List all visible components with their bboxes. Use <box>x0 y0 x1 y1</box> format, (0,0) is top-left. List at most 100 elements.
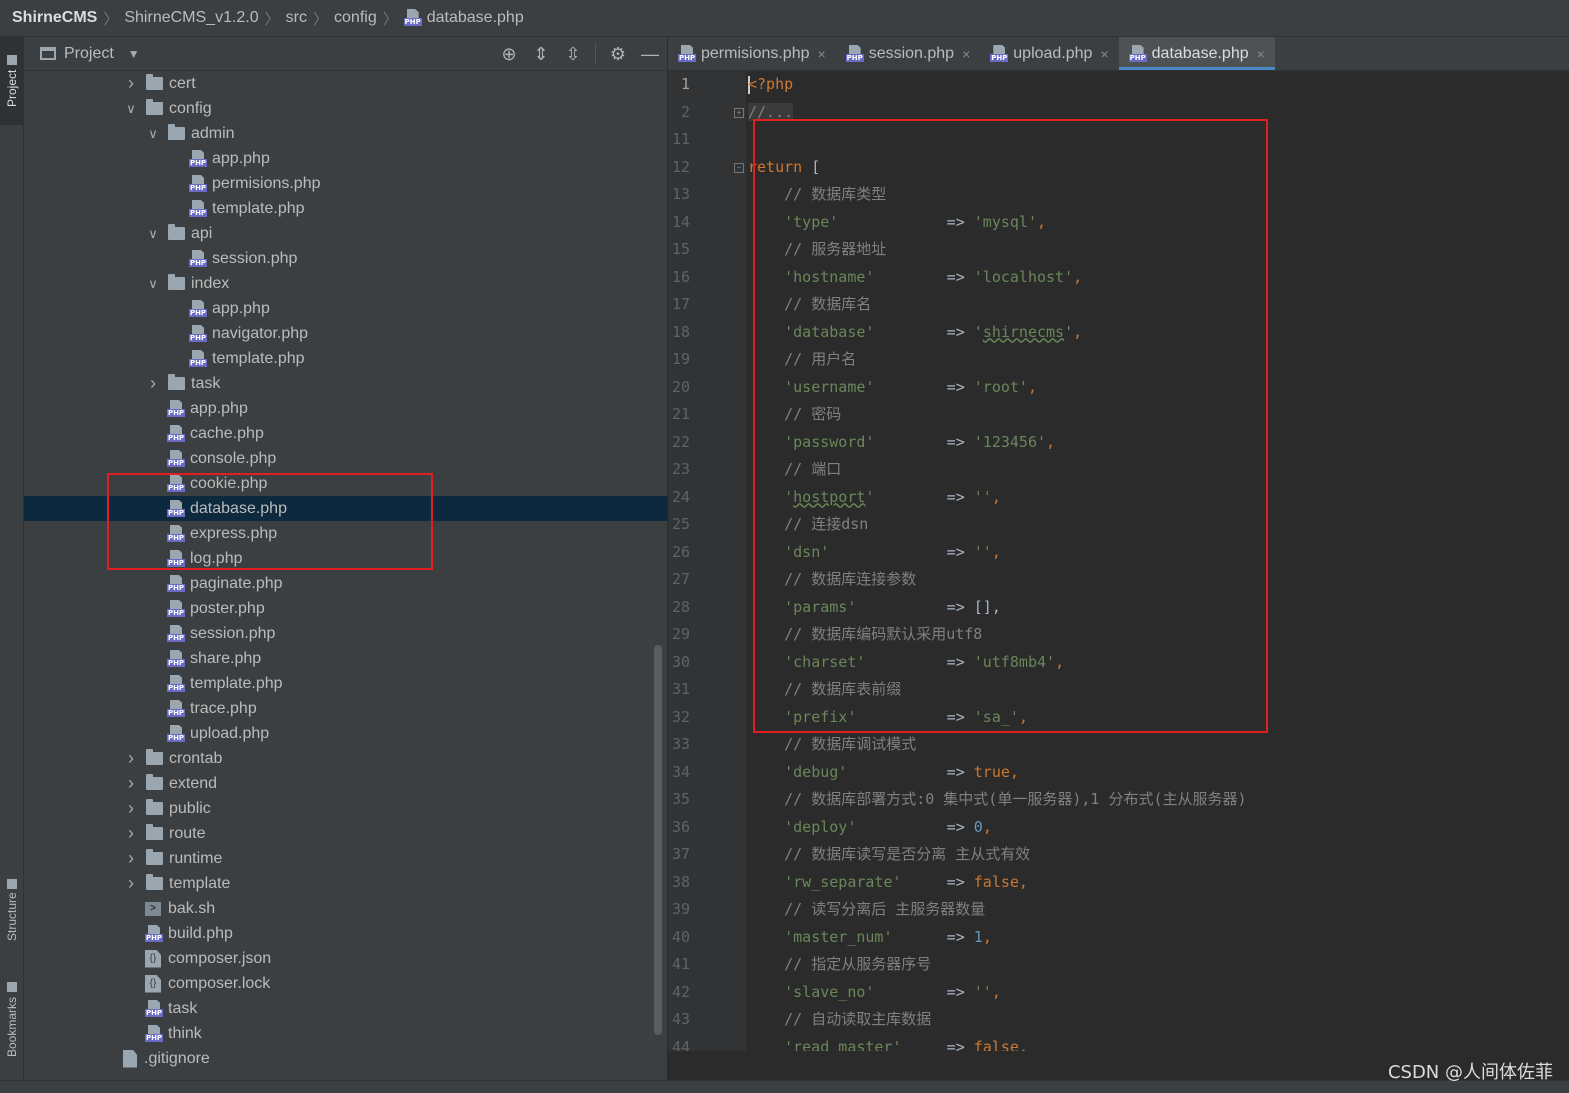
tree-folder-item[interactable]: ∨ index <box>24 271 668 296</box>
tree-file-item[interactable]: PHP task <box>24 996 668 1021</box>
tree-item-label: paginate.php <box>190 574 283 592</box>
tree-file-item[interactable]: PHP think <box>24 1021 668 1046</box>
breadcrumb-file[interactable]: PHP database.php <box>403 9 524 27</box>
line-number: 25 <box>671 515 690 533</box>
close-icon[interactable]: × <box>1100 46 1108 62</box>
line-number: 20 <box>671 377 690 396</box>
tree-file-item[interactable]: > bak.sh <box>24 896 668 921</box>
code-line: // 服务器地址 <box>748 236 886 264</box>
editor-tab[interactable]: PHP upload.php × <box>980 37 1118 70</box>
tree-folder-item[interactable]: › cert <box>24 71 668 96</box>
tree-scrollbar[interactable] <box>654 645 662 1035</box>
breadcrumb-project[interactable]: ShirneCMS <box>12 9 97 27</box>
tree-file-item[interactable]: PHP database.php <box>24 496 668 521</box>
breadcrumb-config[interactable]: config <box>334 9 377 27</box>
tree-file-item[interactable]: PHP console.php <box>24 446 668 471</box>
gear-icon[interactable]: ⚙ <box>608 44 628 65</box>
tree-file-item[interactable]: PHP trace.php <box>24 696 668 721</box>
line-number: 33 <box>671 735 690 753</box>
structure-tool-label: Structure <box>5 892 19 942</box>
tree-file-item[interactable]: PHP template.php <box>24 346 668 371</box>
line-number: 1 <box>680 75 690 93</box>
tree-folder-item[interactable]: ∨ api <box>24 221 668 246</box>
chevron-down-icon[interactable]: ∨ <box>146 226 160 242</box>
collapse-all-icon[interactable]: ⇳ <box>563 44 583 65</box>
expand-all-icon[interactable]: ⇕ <box>531 44 551 65</box>
tree-folder-item[interactable]: ∨ config <box>24 96 668 121</box>
tree-file-item[interactable]: {} composer.lock <box>24 971 668 996</box>
php-file-icon: PHP <box>678 44 696 63</box>
chevron-right-icon[interactable]: › <box>124 823 138 844</box>
project-view-selector[interactable]: Project <box>64 45 114 63</box>
code-token: '123456' <box>973 432 1047 451</box>
hide-icon[interactable]: — <box>640 44 660 65</box>
tree-file-item[interactable]: PHP log.php <box>24 546 668 571</box>
tree-folder-item[interactable]: › crontab <box>24 746 668 771</box>
tree-folder-item[interactable]: › runtime <box>24 846 668 871</box>
tree-file-item[interactable]: PHP express.php <box>24 521 668 546</box>
code-token: // 密码 <box>748 405 842 423</box>
tree-file-item[interactable]: PHP navigator.php <box>24 321 668 346</box>
code-token: 'mysql' <box>973 212 1037 231</box>
code-editor[interactable]: 1 2 +11 12−13 14 15 16 17 18 19 20 21 22 23 24 25 26 27 28… <box>668 71 1569 1051</box>
chevron-down-icon[interactable]: ▼ <box>128 47 140 61</box>
code-token: , <box>982 817 992 836</box>
breadcrumb-module[interactable]: ShirneCMS_v1.2.0 <box>124 9 258 27</box>
breadcrumb-src[interactable]: src <box>286 9 307 27</box>
tree-file-item[interactable]: PHP session.php <box>24 621 668 646</box>
chevron-right-icon[interactable]: › <box>124 748 138 769</box>
tree-file-item[interactable]: .gitignore <box>24 1046 668 1071</box>
tree-file-item[interactable]: {} composer.json <box>24 946 668 971</box>
editor-tab[interactable]: PHP database.php × <box>1118 37 1275 70</box>
tree-file-item[interactable]: PHP build.php <box>24 921 668 946</box>
tree-file-item[interactable]: PHP cache.php <box>24 421 668 446</box>
tree-folder-item[interactable]: › public <box>24 796 668 821</box>
tree-folder-item[interactable]: › route <box>24 821 668 846</box>
code-token: , <box>1027 377 1037 396</box>
editor-tab[interactable]: PHP session.php × <box>836 37 981 70</box>
tree-file-item[interactable]: PHP app.php <box>24 146 668 171</box>
chevron-right-icon[interactable]: › <box>124 773 138 794</box>
code-token: => <box>874 432 974 451</box>
tree-folder-item[interactable]: › template <box>24 871 668 896</box>
fold-expand-icon[interactable]: + <box>734 107 744 118</box>
tree-folder-item[interactable]: › extend <box>24 771 668 796</box>
close-icon[interactable]: × <box>818 46 826 62</box>
structure-tool-tab[interactable]: Structure <box>0 865 24 955</box>
tree-file-item[interactable]: PHP template.php <box>24 671 668 696</box>
tree-folder-item[interactable]: ∨ admin <box>24 121 668 146</box>
close-icon[interactable]: × <box>962 46 970 62</box>
folder-icon <box>146 774 163 790</box>
chevron-right-icon[interactable]: › <box>146 373 160 394</box>
tree-file-item[interactable]: PHP session.php <box>24 246 668 271</box>
bookmarks-tool-tab[interactable]: Bookmarks <box>0 972 24 1067</box>
tree-file-item[interactable]: PHP share.php <box>24 646 668 671</box>
line-number: 17 <box>671 295 690 313</box>
tree-folder-item[interactable]: › task <box>24 371 668 396</box>
code-token: hostport <box>793 487 866 506</box>
tree-file-item[interactable]: PHP app.php <box>24 396 668 421</box>
tree-file-item[interactable]: PHP permisions.php <box>24 171 668 196</box>
fold-collapse-icon[interactable]: − <box>734 162 744 173</box>
tree-file-item[interactable]: PHP upload.php <box>24 721 668 746</box>
chevron-right-icon[interactable]: › <box>124 798 138 819</box>
chevron-right-icon[interactable]: › <box>124 873 138 894</box>
chevron-right-icon[interactable]: › <box>124 73 138 94</box>
chevron-down-icon[interactable]: ∨ <box>146 126 160 142</box>
code-token: shirnecms <box>982 322 1065 341</box>
tree-file-item[interactable]: PHP template.php <box>24 196 668 221</box>
tree-file-item[interactable]: PHP cookie.php <box>24 471 668 496</box>
tree-file-item[interactable]: PHP poster.php <box>24 596 668 621</box>
editor-tab[interactable]: PHP permisions.php × <box>668 37 836 70</box>
code-token: [ <box>802 157 821 176</box>
tree-file-item[interactable]: PHP paginate.php <box>24 571 668 596</box>
chevron-down-icon[interactable]: ∨ <box>124 101 138 117</box>
line-gutter: 1 2 +11 12−13 14 15 16 17 18 19 20 21 22 23 24 25 26 27 28… <box>668 71 746 1051</box>
locate-icon[interactable]: ⊕ <box>499 44 519 65</box>
close-icon[interactable]: × <box>1257 46 1265 62</box>
code-token: , <box>1073 322 1083 341</box>
project-tool-tab[interactable]: Project <box>0 37 24 125</box>
chevron-right-icon[interactable]: › <box>124 848 138 869</box>
chevron-down-icon[interactable]: ∨ <box>146 276 160 292</box>
tree-file-item[interactable]: PHP app.php <box>24 296 668 321</box>
